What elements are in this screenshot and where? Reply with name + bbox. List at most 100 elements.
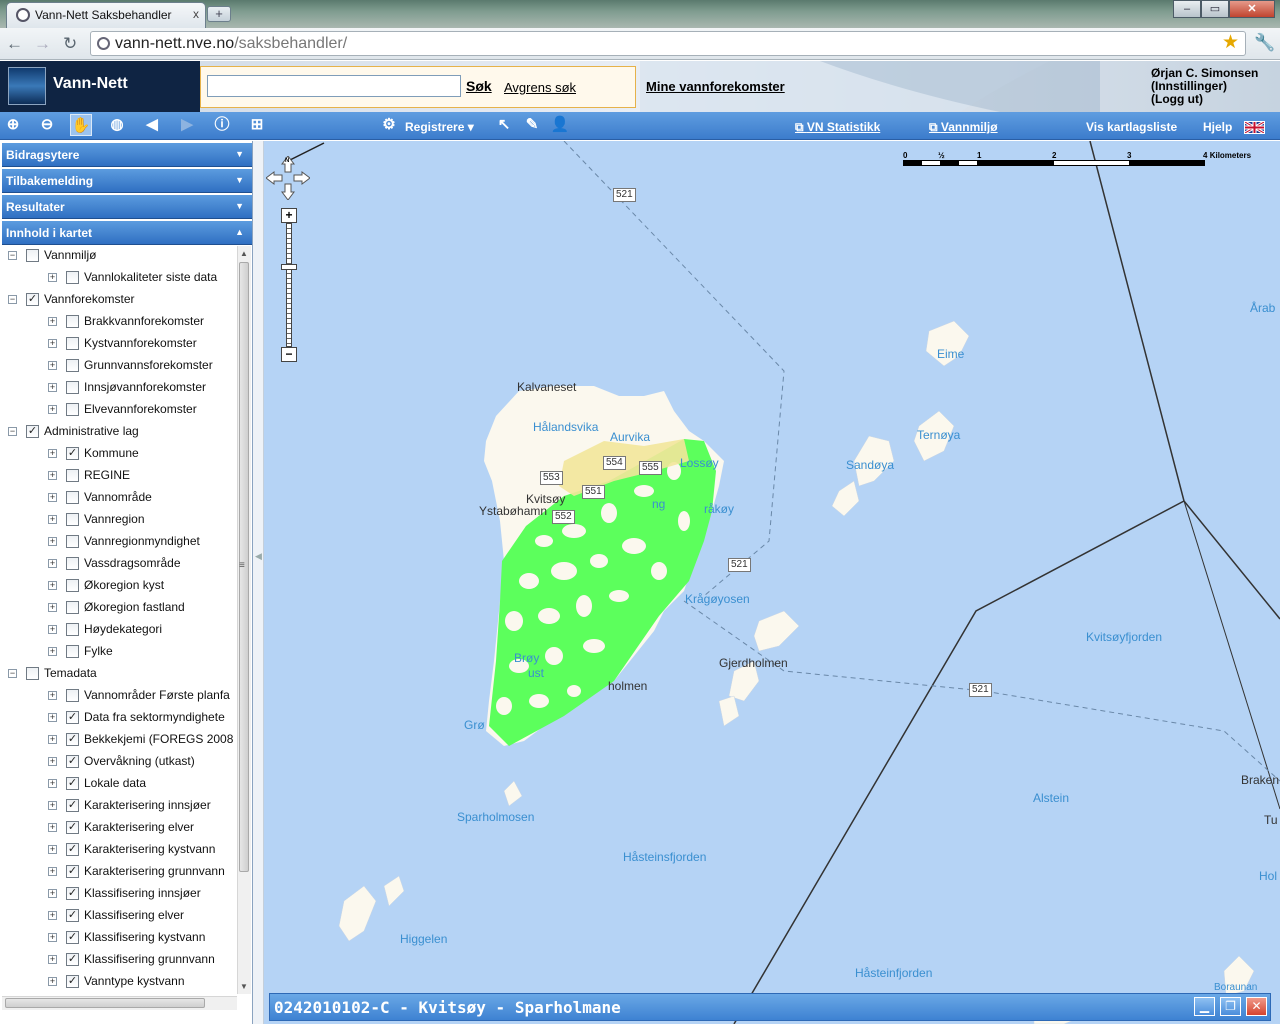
- search-button[interactable]: Søk: [466, 78, 492, 94]
- expand-icon[interactable]: +: [48, 581, 57, 590]
- info-icon[interactable]: ⓘ: [211, 114, 233, 136]
- layer-tree-item[interactable]: + Vannregionmyndighet: [2, 532, 236, 552]
- panel-minimize-button[interactable]: ▁: [1194, 997, 1215, 1016]
- pan-control[interactable]: N: [265, 155, 311, 201]
- app-logo[interactable]: Vann-Nett: [0, 61, 200, 112]
- panel-tilbakemelding[interactable]: Tilbakemelding ▼: [2, 169, 252, 193]
- layer-checkbox[interactable]: [66, 645, 79, 658]
- back-arrow-icon[interactable]: ←: [6, 34, 23, 54]
- layer-tree-item[interactable]: + Høydekategori: [2, 620, 236, 640]
- layer-tree-item[interactable]: − Vannmiljø: [2, 246, 236, 266]
- layer-tree-item[interactable]: + Brakkvannforekomster: [2, 312, 236, 332]
- layer-checkbox[interactable]: ✓: [66, 755, 79, 768]
- layer-tree-item[interactable]: + ✓ Overvåkning (utkast): [2, 752, 236, 772]
- layer-tree-item[interactable]: + Økoregion kyst: [2, 576, 236, 596]
- next-extent-icon[interactable]: ▶: [176, 114, 198, 136]
- bookmark-star-icon[interactable]: ★: [1222, 31, 1239, 54]
- layer-tree-item[interactable]: + ✓ Karakterisering elver: [2, 818, 236, 838]
- collapse-icon[interactable]: −: [8, 669, 17, 678]
- zoom-out-button[interactable]: −: [281, 347, 297, 362]
- expand-icon[interactable]: +: [48, 955, 57, 964]
- expand-icon[interactable]: +: [48, 911, 57, 920]
- panel-close-button[interactable]: ✕: [1246, 997, 1267, 1016]
- expand-icon[interactable]: +: [48, 845, 57, 854]
- layer-checkbox[interactable]: ✓: [26, 425, 39, 438]
- register-menu[interactable]: Registrere ▾: [405, 120, 474, 134]
- expand-icon[interactable]: +: [48, 471, 57, 480]
- layer-tree-item[interactable]: + Vannlokaliteter siste data: [2, 268, 236, 288]
- collapse-icon[interactable]: −: [8, 427, 17, 436]
- layer-checkbox[interactable]: ✓: [26, 293, 39, 306]
- layer-tree-item[interactable]: + Vassdragsområde: [2, 554, 236, 574]
- layer-checkbox[interactable]: [66, 513, 79, 526]
- layer-tree-item[interactable]: + ✓ Vanntype kystvann: [2, 972, 236, 992]
- layer-checkbox[interactable]: ✓: [66, 887, 79, 900]
- layer-checkbox[interactable]: ✓: [66, 733, 79, 746]
- layer-tree-item[interactable]: + ✓ Karakterisering grunnvann: [2, 862, 236, 882]
- layer-tree-item[interactable]: + ✓ Klassifisering elver: [2, 906, 236, 926]
- layer-checkbox[interactable]: [66, 337, 79, 350]
- layer-checkbox[interactable]: [66, 271, 79, 284]
- collapse-icon[interactable]: −: [8, 251, 17, 260]
- expand-icon[interactable]: +: [48, 735, 57, 744]
- layer-checkbox[interactable]: ✓: [66, 953, 79, 966]
- minimize-button[interactable]: –: [1173, 0, 1201, 18]
- expand-icon[interactable]: +: [48, 449, 57, 458]
- layer-checkbox[interactable]: [66, 601, 79, 614]
- expand-icon[interactable]: +: [48, 361, 57, 370]
- layer-tree-item[interactable]: − Temadata: [2, 664, 236, 684]
- maximize-button[interactable]: ▭: [1201, 0, 1229, 18]
- layer-tree-item[interactable]: + REGINE: [2, 466, 236, 486]
- expand-icon[interactable]: +: [48, 383, 57, 392]
- layer-checkbox[interactable]: [66, 359, 79, 372]
- scroll-up-icon[interactable]: ▲: [240, 249, 248, 258]
- layer-checkbox[interactable]: ✓: [66, 447, 79, 460]
- collapse-arrow-icon[interactable]: ◀: [255, 551, 262, 562]
- layer-checkbox[interactable]: [66, 579, 79, 592]
- globe-zoom-icon[interactable]: ◍: [106, 114, 128, 136]
- layer-tree-item[interactable]: + Innsjøvannforekomster: [2, 378, 236, 398]
- panel-restore-button[interactable]: ❐: [1220, 997, 1241, 1016]
- previous-extent-icon[interactable]: ◀: [141, 114, 163, 136]
- forward-arrow-icon[interactable]: →: [34, 34, 51, 54]
- layer-checkbox[interactable]: [66, 689, 79, 702]
- map-view[interactable]: Kalvaneset Hålandsvika Aurvika Kvitsøy Y…: [264, 141, 1280, 1024]
- expand-icon[interactable]: +: [48, 933, 57, 942]
- expand-icon[interactable]: +: [48, 977, 57, 986]
- layer-tree-item[interactable]: + ✓ Data fra sektormyndighete: [2, 708, 236, 728]
- zoom-in-icon[interactable]: ⊕: [2, 114, 24, 136]
- expand-icon[interactable]: +: [48, 713, 57, 722]
- expand-icon[interactable]: +: [48, 317, 57, 326]
- close-window-button[interactable]: ✕: [1229, 0, 1275, 18]
- help-link[interactable]: Hjelp: [1203, 120, 1232, 134]
- expand-icon[interactable]: +: [48, 889, 57, 898]
- zoom-slider-handle[interactable]: [281, 264, 297, 270]
- layer-checkbox[interactable]: [66, 381, 79, 394]
- expand-icon[interactable]: +: [48, 537, 57, 546]
- layer-tree-item[interactable]: + ✓ Kommune: [2, 444, 236, 464]
- layer-tree-item[interactable]: + Vannområder Første planfa: [2, 686, 236, 706]
- layer-checkbox[interactable]: [66, 491, 79, 504]
- layer-checkbox[interactable]: ✓: [66, 799, 79, 812]
- layer-checkbox[interactable]: ✓: [66, 865, 79, 878]
- show-layer-list-button[interactable]: Vis kartlagsliste: [1086, 120, 1177, 134]
- layer-tree-item[interactable]: + Elvevannforekomster: [2, 400, 236, 420]
- expand-icon[interactable]: +: [48, 493, 57, 502]
- search-input[interactable]: [207, 75, 461, 97]
- tab-close-button[interactable]: x: [193, 7, 199, 21]
- expand-icon[interactable]: +: [48, 757, 57, 766]
- select-tool-icon[interactable]: ↖: [493, 114, 515, 136]
- new-tab-button[interactable]: +: [207, 6, 231, 22]
- panel-bidragsytere[interactable]: Bidragsytere ▼: [2, 143, 252, 167]
- layer-checkbox[interactable]: ✓: [66, 931, 79, 944]
- register-icon[interactable]: ⚙: [378, 114, 400, 136]
- expand-icon[interactable]: +: [48, 867, 57, 876]
- scroll-down-icon[interactable]: ▼: [240, 982, 248, 991]
- expand-icon[interactable]: +: [48, 691, 57, 700]
- expand-icon[interactable]: +: [48, 515, 57, 524]
- uk-flag-icon[interactable]: [1244, 120, 1265, 135]
- expand-icon[interactable]: +: [48, 625, 57, 634]
- expand-icon[interactable]: +: [48, 339, 57, 348]
- expand-icon[interactable]: +: [48, 779, 57, 788]
- layer-checkbox[interactable]: [26, 249, 39, 262]
